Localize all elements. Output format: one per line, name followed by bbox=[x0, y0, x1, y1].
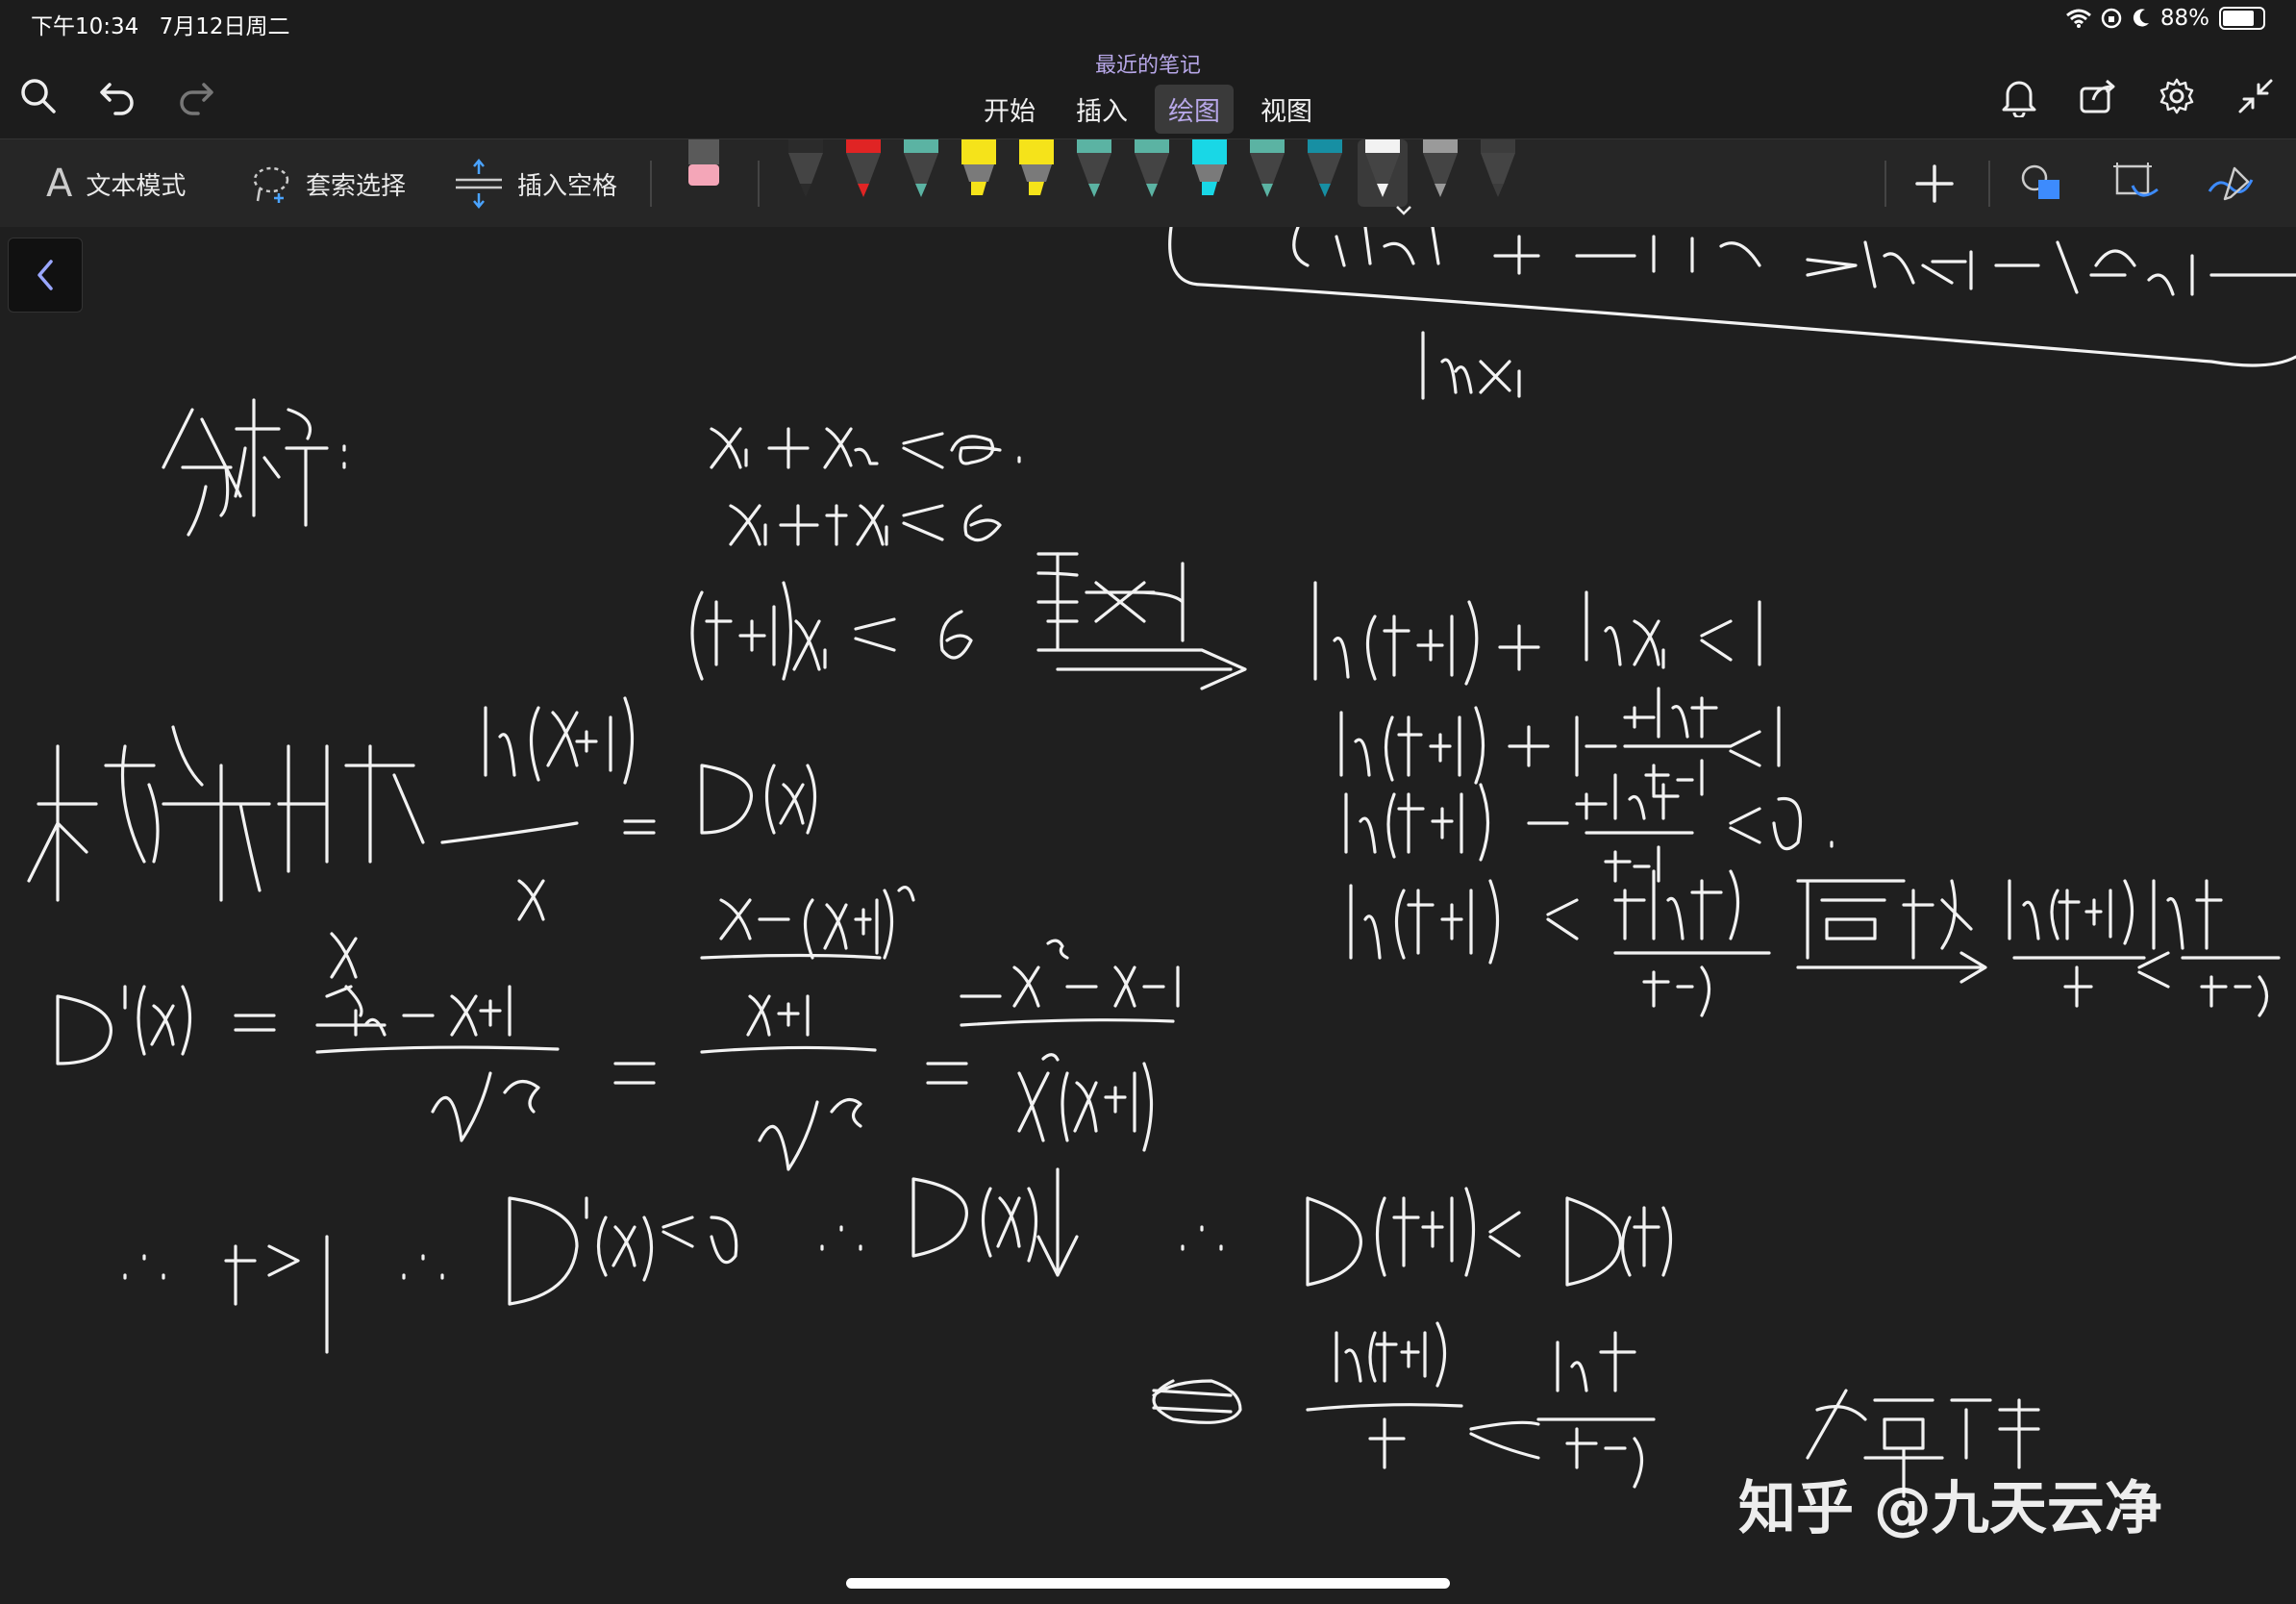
insert-space-button[interactable]: 插入空格 bbox=[454, 157, 617, 211]
back-button[interactable] bbox=[8, 238, 83, 313]
orientation-lock-icon bbox=[2101, 8, 2122, 29]
handwriting-ink bbox=[27, 227, 2296, 1498]
text-mode-label: 文本模式 bbox=[86, 171, 187, 201]
draw-ribbon: A 文本模式 套索选择 插入空格 bbox=[0, 138, 2296, 229]
share-button[interactable] bbox=[2075, 73, 2121, 119]
lasso-select-label: 套索选择 bbox=[306, 171, 407, 201]
eraser-tool[interactable] bbox=[679, 139, 729, 207]
pen-icon bbox=[1308, 139, 1342, 197]
status-time-date: 下午10:34 7月12日周二 bbox=[31, 8, 304, 40]
text-mode-icon: A bbox=[46, 162, 73, 206]
pen-icon bbox=[1077, 139, 1111, 197]
ink-replay-button[interactable] bbox=[2206, 157, 2256, 211]
status-date: 7月12日周二 bbox=[159, 14, 290, 39]
highlighter-icon bbox=[961, 139, 996, 195]
shapes-icon bbox=[2021, 164, 2059, 199]
collapse-button[interactable] bbox=[2233, 73, 2279, 119]
ink-to-shape-icon bbox=[2113, 163, 2159, 197]
pen-icon bbox=[846, 139, 881, 197]
note-canvas[interactable] bbox=[0, 227, 2296, 1604]
pen-tool[interactable] bbox=[1415, 139, 1465, 207]
shapes-button[interactable] bbox=[2019, 157, 2065, 211]
ribbon-divider bbox=[1884, 161, 1886, 207]
pen-icon bbox=[1365, 139, 1400, 197]
highlighter-tool[interactable] bbox=[1011, 139, 1061, 207]
pen-tool[interactable] bbox=[896, 139, 946, 207]
pen-tool[interactable] bbox=[1069, 139, 1119, 207]
gear-icon bbox=[2159, 78, 2194, 114]
tab-home[interactable]: 开始 bbox=[970, 85, 1049, 134]
tab-draw[interactable]: 绘图 bbox=[1155, 85, 1234, 134]
pen-tool[interactable] bbox=[781, 139, 831, 207]
ribbon-divider bbox=[650, 161, 652, 207]
app-header: 最近的笔记 开始 插入 绘图 视图 bbox=[0, 44, 2296, 138]
pen-icon bbox=[1135, 139, 1169, 197]
chevron-down-icon bbox=[1396, 206, 1411, 215]
ribbon-divider bbox=[1988, 161, 1990, 207]
battery-icon bbox=[2219, 7, 2265, 30]
ink-to-shape-button[interactable] bbox=[2111, 157, 2161, 211]
eraser-icon bbox=[688, 139, 719, 186]
tab-insert[interactable]: 插入 bbox=[1062, 85, 1141, 134]
ribbon-divider bbox=[758, 161, 760, 207]
pen-ink-icon bbox=[2208, 166, 2254, 201]
battery-percent: 88% bbox=[2159, 6, 2209, 31]
collapse-icon bbox=[2238, 79, 2273, 113]
pen-icon bbox=[1250, 139, 1285, 197]
watermark: 知乎 @九天云净 bbox=[1738, 1475, 2162, 1542]
notifications-button[interactable] bbox=[1996, 73, 2042, 119]
highlighter-tool[interactable] bbox=[954, 139, 1004, 207]
pen-tool[interactable] bbox=[1473, 139, 1523, 207]
status-bar: 下午10:34 7月12日周二 88% bbox=[0, 0, 2296, 44]
ribbon-tabs: 开始 插入 绘图 视图 bbox=[0, 85, 2296, 134]
insert-space-icon bbox=[456, 159, 502, 209]
settings-button[interactable] bbox=[2154, 73, 2200, 119]
status-time: 下午10:34 bbox=[31, 14, 139, 39]
highlighter-icon bbox=[1192, 139, 1227, 195]
text-mode-button[interactable]: A 文本模式 bbox=[46, 157, 186, 211]
plus-icon bbox=[1915, 164, 1954, 203]
home-indicator[interactable] bbox=[846, 1578, 1450, 1589]
share-icon bbox=[2080, 79, 2115, 113]
notebook-title[interactable]: 最近的笔记 bbox=[0, 48, 2296, 79]
highlighter-tool[interactable] bbox=[1185, 139, 1235, 207]
tab-view[interactable]: 视图 bbox=[1247, 85, 1326, 134]
highlighter-icon bbox=[1019, 139, 1054, 195]
pen-icon bbox=[1423, 139, 1458, 197]
add-pen-button[interactable] bbox=[1913, 157, 1956, 211]
pen-icon bbox=[904, 139, 938, 197]
pen-icon bbox=[788, 139, 823, 197]
battery-fill bbox=[2223, 11, 2254, 26]
pen-tool[interactable] bbox=[1300, 139, 1350, 207]
wifi-icon bbox=[2065, 9, 2091, 28]
pen-tool[interactable] bbox=[838, 139, 888, 207]
insert-space-label: 插入空格 bbox=[517, 171, 618, 201]
lasso-select-button[interactable]: 套索选择 bbox=[250, 157, 406, 211]
pen-tool[interactable] bbox=[1127, 139, 1177, 207]
pen-tool[interactable] bbox=[1242, 139, 1292, 207]
pen-tool[interactable] bbox=[1358, 139, 1411, 215]
moon-icon bbox=[2133, 9, 2149, 27]
chevron-left-icon bbox=[37, 260, 53, 290]
pen-icon bbox=[1481, 139, 1515, 197]
lasso-icon bbox=[253, 166, 289, 203]
bell-icon bbox=[2002, 81, 2036, 117]
status-indicators: 88% bbox=[2065, 6, 2265, 31]
